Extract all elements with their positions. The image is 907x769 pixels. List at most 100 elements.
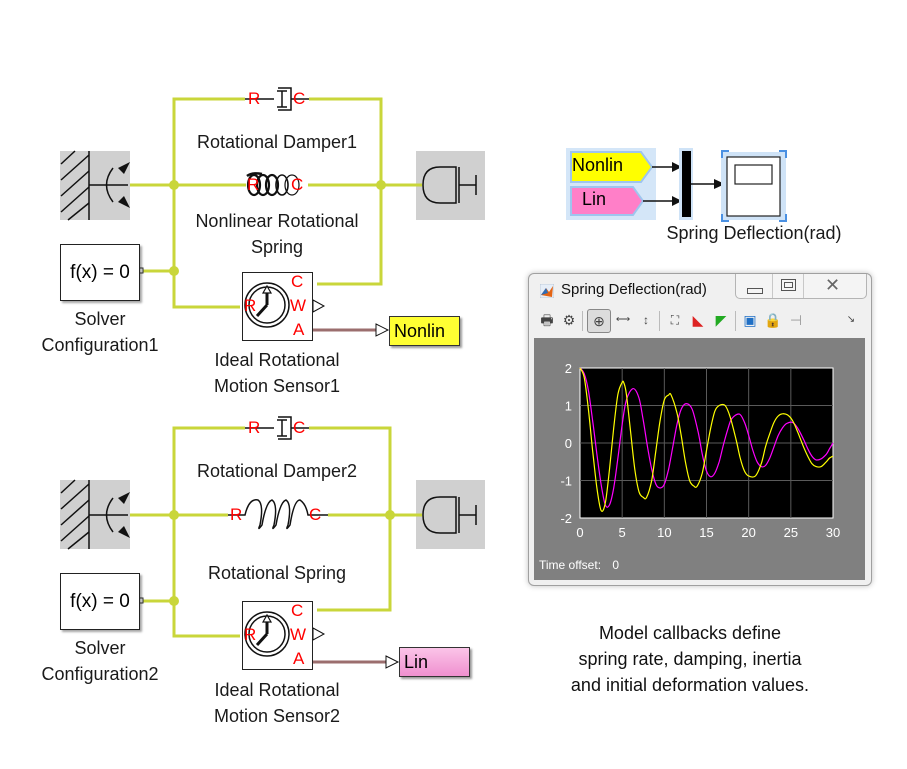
junction-dot — [169, 266, 179, 276]
scope-screen-icon — [734, 164, 773, 185]
y-tick-label: -1 — [560, 474, 572, 489]
sensor-label-2-line2: Motion Sensor2 — [213, 706, 341, 726]
port-label-w: W — [290, 625, 307, 644]
sensor-label-1-line2: Motion Sensor1 — [213, 376, 341, 396]
y-tick-label: -2 — [560, 511, 572, 526]
zoom-in-icon[interactable]: ⊕ — [587, 309, 611, 333]
from-label-lin: Lin — [582, 189, 607, 209]
goto-block-nonlin[interactable]: Nonlin — [389, 316, 460, 346]
x-tick-label: 25 — [784, 525, 798, 540]
float-icon[interactable]: ▣ — [740, 310, 760, 330]
solver-equation: f(x) = 0 — [70, 591, 130, 612]
output-port-w — [312, 627, 326, 641]
select-signal-icon[interactable]: ⊣ — [786, 310, 806, 330]
model-annotation: Model callbacks define spring rate, damp… — [530, 620, 850, 698]
annotation-line-3: and initial deformation values. — [570, 675, 810, 695]
rotational-reference-block-2[interactable] — [60, 479, 130, 550]
port-label-r: R — [248, 418, 261, 437]
print-icon[interactable]: 🖶 — [537, 310, 557, 330]
solver-configuration-block-2[interactable]: f(x) = 0 — [60, 573, 140, 630]
solver-configuration-block-1[interactable]: f(x) = 0 — [60, 244, 140, 301]
lock-icon[interactable]: 🔒 — [763, 310, 783, 330]
damper-label-2: Rotational Damper2 — [196, 461, 358, 481]
close-button[interactable]: ✕ — [803, 274, 866, 298]
y-tick-label: 2 — [565, 361, 572, 376]
toolbar-separator — [659, 311, 660, 331]
x-tick-label: 30 — [826, 525, 840, 540]
junction-dot — [169, 180, 179, 190]
restore-axes-icon[interactable]: ◤ — [711, 310, 731, 330]
time-offset-label: Time offset: — [539, 558, 602, 572]
port-label-r: R — [244, 296, 257, 315]
port-label-a: A — [293, 320, 305, 339]
solver-label-2-line2: Configuration2 — [41, 664, 159, 684]
x-tick-label: 5 — [619, 525, 626, 540]
toolbar-separator — [735, 311, 736, 331]
maximize-icon-inner — [784, 282, 793, 288]
x-tick-label: 15 — [699, 525, 713, 540]
goto-block-lin[interactable]: Lin — [399, 647, 470, 677]
inertia-block-1[interactable] — [416, 151, 485, 220]
junction-dot — [169, 510, 179, 520]
y-tick-label: 0 — [565, 436, 572, 451]
port-label-r: R — [230, 505, 243, 524]
toolbar-separator — [582, 311, 583, 331]
port-label-r: R — [244, 625, 257, 644]
zoom-y-icon[interactable]: ↕ — [636, 310, 656, 330]
port-label-c: C — [291, 601, 304, 620]
port-label-r: R — [248, 89, 261, 108]
spring-label-2: Rotational Spring — [207, 563, 347, 583]
zoom-x-icon[interactable]: ⟷ — [613, 310, 633, 330]
junction-dot — [385, 510, 395, 520]
save-axes-icon[interactable]: ◣ — [688, 310, 708, 330]
annotation-line-1: Model callbacks define — [598, 623, 782, 643]
time-offset: Time offset: 0 — [539, 558, 619, 572]
sensor-label-2-line1: Ideal Rotational — [214, 680, 340, 700]
window-controls: ✕ — [735, 274, 867, 299]
solver-label-1-line1: Solver — [74, 309, 126, 329]
rotational-reference-block-1[interactable] — [60, 150, 130, 221]
scope-plot-area: 0 5 10 15 20 25 30 -2 -1 0 1 2 Time offset: 0 — [534, 338, 865, 580]
scope-window: Spring Deflection(rad) ✕ 🖶 ⚙ ⊕ ⟷ ↕ ⛶ ◣ ◤… — [528, 273, 872, 586]
port-label-c: C — [291, 272, 304, 291]
port-label-c: C — [293, 89, 306, 108]
maximize-button[interactable] — [772, 274, 804, 298]
annotation-line-2: spring rate, damping, inertia — [578, 649, 802, 669]
matlab-logo-icon — [540, 284, 554, 298]
goto-input-arrow — [385, 655, 400, 669]
autoscale-icon[interactable]: ⛶ — [665, 310, 685, 330]
port-label-a: A — [293, 649, 305, 668]
time-offset-value: 0 — [612, 558, 620, 572]
minimize-button[interactable] — [736, 274, 772, 298]
x-tick-label: 10 — [657, 525, 671, 540]
sensor-label-1-line1: Ideal Rotational — [214, 350, 340, 370]
x-tick-label: 0 — [576, 525, 583, 540]
goto-input-arrow — [375, 323, 390, 337]
port-label-c: C — [309, 505, 322, 524]
inertia-block-2[interactable] — [416, 480, 485, 549]
solver-label-1-line2: Configuration1 — [41, 335, 159, 355]
x-tick-label: 20 — [741, 525, 755, 540]
scope-window-title: Spring Deflection(rad) — [561, 281, 707, 298]
from-label-nonlin: Nonlin — [572, 155, 624, 175]
close-icon: ✕ — [825, 275, 841, 295]
mux-block[interactable] — [682, 151, 691, 217]
toolbar-overflow-icon[interactable]: ↘ — [841, 310, 861, 330]
port-label-c: C — [291, 175, 304, 194]
output-port-w — [312, 299, 326, 313]
port-label-w: W — [290, 296, 307, 315]
scope-chart[interactable]: 0 5 10 15 20 25 30 -2 -1 0 1 2 — [534, 338, 865, 580]
port-label-c: C — [293, 418, 306, 437]
minimize-icon — [747, 288, 763, 294]
settings-icon[interactable]: ⚙ — [559, 310, 579, 330]
scope-toolbar: 🖶 ⚙ ⊕ ⟷ ↕ ⛶ ◣ ◤ ▣ 🔒 ⊣ ↘ — [535, 308, 865, 334]
solver-label-2-line1: Solver — [74, 638, 126, 658]
scope-block-label: Spring Deflection(rad) — [666, 223, 842, 243]
solver-equation: f(x) = 0 — [70, 262, 130, 283]
damper-label-1: Rotational Damper1 — [196, 132, 358, 152]
y-tick-label: 1 — [565, 399, 572, 414]
spring-label-1-line2: Spring — [250, 237, 304, 257]
port-label-r: R — [247, 175, 260, 194]
scope-titlebar[interactable]: Spring Deflection(rad) ✕ — [529, 274, 871, 304]
junction-dot — [169, 596, 179, 606]
